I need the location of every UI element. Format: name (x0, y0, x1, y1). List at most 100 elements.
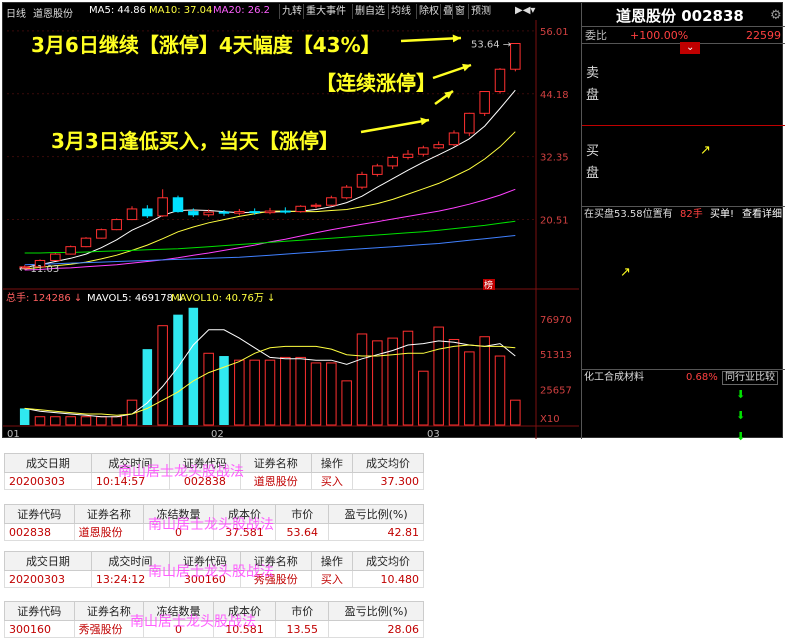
position-table-daoen: 证券代码 证券名称 冻结数量 成本价 市价 盈亏比例(%) 002838 道恩股份 0 37.58… (4, 504, 424, 541)
stat-row (582, 310, 785, 324)
stat-row (582, 238, 785, 252)
mavol10-label: MAVOL10: 40.76万 ↓ (171, 293, 275, 304)
rank-badge-label: 榜 (484, 279, 493, 291)
column-header[interactable]: 证券名称 (73, 601, 145, 621)
stock-title: 道恩股份 002838 (616, 7, 744, 25)
volume-bar (157, 325, 168, 426)
column-header[interactable]: 成交均价 (352, 551, 424, 571)
table-row[interactable]: 20200303 13:24:12 300160 秀强股份 买入 10.480 (4, 570, 424, 588)
kline-chart-area[interactable]: 日线 道恩股份 MA5: 44.86 MA10: 37.04 MA20: 26.… (3, 3, 579, 439)
arrow-0303 (360, 118, 430, 134)
column-header[interactable]: 证券名称 (73, 504, 145, 524)
annotation-buy-0303: 3月3日逢低买入，当天【涨停】 (51, 129, 339, 153)
column-header[interactable]: 成交日期 (4, 453, 92, 473)
tick-row: ⬇ (582, 387, 785, 403)
ma-line-ma5 (24, 89, 516, 268)
sell-level-row[interactable] (582, 109, 785, 125)
table-cell: 37.581 (212, 523, 277, 541)
annotation-consecutive: 【连续涨停】 (316, 71, 436, 95)
column-header[interactable]: 证券代码 (168, 453, 241, 473)
column-header[interactable]: 证券代码 (4, 601, 75, 621)
weicha-value: 22599 (746, 29, 781, 42)
table-cell: 10:14:57 (90, 472, 170, 490)
candle-body (310, 204, 322, 207)
buy-side-label: 买盘 (586, 144, 600, 181)
volume-bar (264, 359, 276, 426)
price-tick-label: 20.51 (540, 216, 569, 227)
volume-bar (326, 362, 337, 426)
down-arrow-icon: ⬇ (736, 409, 746, 422)
column-header[interactable]: 冻结数量 (143, 601, 214, 621)
table-row[interactable]: 300160 秀强股份 0 10.581 13.55 28.06 (4, 620, 424, 638)
column-header[interactable]: 证券代码 (4, 504, 75, 524)
table-cell: 300160 (168, 570, 241, 588)
table-row[interactable]: 20200303 10:14:57 002838 道恩股份 买入 37.300 (4, 472, 424, 490)
sell-level-row[interactable] (582, 45, 785, 61)
table-cell: 秀强股份 (239, 570, 312, 588)
table-header-row: 成交日期 成交时间 证券代码 证券名称 操作 成交均价 (4, 453, 424, 473)
table-row[interactable]: 002838 道恩股份 0 37.581 53.64 42.81 (4, 523, 424, 541)
buy-level-row[interactable] (582, 175, 785, 191)
price-tick-label: 32.35 (540, 153, 569, 164)
vol-tick-label: 51313 (540, 350, 572, 361)
column-header[interactable]: 盈亏比例(%) (328, 601, 424, 621)
column-header[interactable]: 成本价 (212, 504, 277, 524)
volume-bar (479, 336, 490, 426)
column-header[interactable]: 冻结数量 (143, 504, 214, 524)
volume-bar (510, 399, 521, 426)
candle-body (80, 237, 92, 248)
column-header[interactable]: 成交时间 (90, 551, 170, 571)
queue-buy-label: 买单! (710, 209, 735, 220)
column-header[interactable]: 成交日期 (4, 551, 92, 571)
volume-bar (310, 362, 322, 426)
settings-gear-icon[interactable]: ⚙ (770, 5, 782, 27)
table-cell: 002838 (168, 472, 241, 490)
column-header[interactable]: 证券代码 (168, 551, 241, 571)
volume-bar (65, 416, 76, 426)
column-header[interactable]: 证券名称 (239, 453, 312, 473)
candle-body (433, 144, 444, 149)
table-cell: 13.55 (275, 620, 330, 638)
column-header[interactable]: 成本价 (212, 601, 277, 621)
arrow-0306-head (452, 34, 461, 43)
table-cell: 20200303 (4, 472, 92, 490)
column-header[interactable]: 成交均价 (352, 453, 424, 473)
queue-detail-link[interactable]: 查看详细 (742, 207, 782, 223)
column-header[interactable]: 盈亏比例(%) (328, 504, 424, 524)
sell-level-row[interactable] (582, 93, 785, 109)
buy-level-row[interactable] (582, 127, 785, 143)
column-header[interactable]: 市价 (275, 601, 330, 621)
stat-row (582, 354, 785, 368)
date-label: 03 (427, 429, 440, 439)
table-cell: 10.581 (212, 620, 277, 638)
stat-row (582, 325, 785, 339)
volume-bar (356, 333, 368, 426)
column-header[interactable]: 证券名称 (239, 551, 312, 571)
candle-body (479, 91, 490, 114)
table-cell: 002838 (4, 523, 75, 541)
table-cell: 道恩股份 (73, 523, 145, 541)
column-header[interactable]: 成交时间 (90, 453, 170, 473)
date-label: 01 (7, 429, 20, 439)
table-cell: 买入 (310, 472, 354, 490)
column-header[interactable]: 市价 (275, 504, 330, 524)
buy-level-row[interactable] (582, 143, 785, 159)
stat-row (582, 296, 785, 310)
industry-compare-button[interactable]: 同行业比较 (722, 371, 778, 385)
volume-bar (173, 314, 183, 425)
sell-level-row[interactable] (582, 61, 785, 77)
table-cell: 13:24:12 (90, 570, 170, 588)
weibi-label: 委比 (585, 29, 607, 42)
column-header[interactable]: 操作 (310, 453, 354, 473)
column-header[interactable]: 操作 (310, 551, 354, 571)
table-header-row: 证券代码 证券名称 冻结数量 成本价 市价 盈亏比例(%) (4, 504, 424, 524)
sell-level-row[interactable] (582, 77, 785, 93)
buy-level-row[interactable] (582, 159, 785, 175)
candle-body (65, 246, 76, 255)
date-label: 02 (211, 429, 224, 439)
stock-terminal: 日线 道恩股份 MA5: 44.86 MA10: 37.04 MA20: 26.… (2, 2, 785, 443)
price-tick-label: 44.18 (540, 90, 569, 101)
buy-level-row[interactable] (582, 191, 785, 207)
candle-body (356, 173, 368, 188)
candle-body (326, 197, 337, 206)
